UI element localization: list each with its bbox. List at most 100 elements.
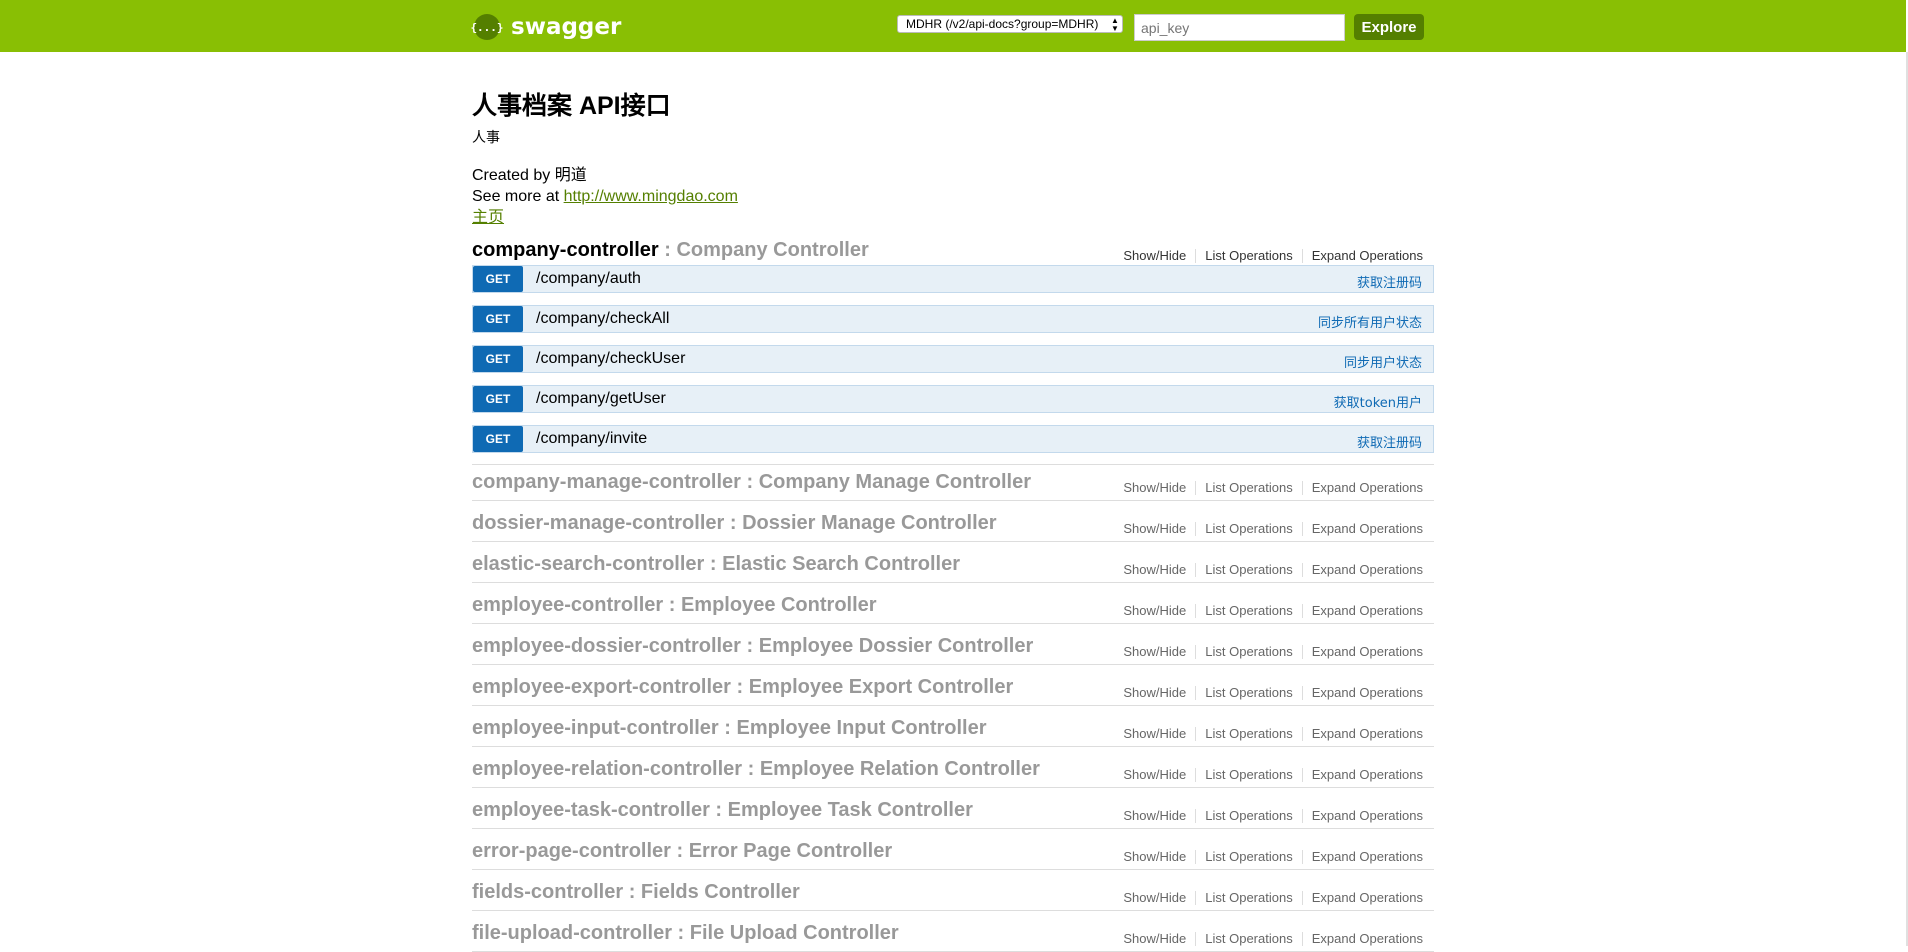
spec-select[interactable]: MDHR (/v2/api-docs?group=MDHR) ▲ ▼ (897, 15, 1123, 33)
resource-options: Show/Hide List Operations Expand Operation… (1123, 727, 1423, 741)
expand-operations-link[interactable]: Expand Operations (1303, 809, 1423, 823)
resource-title[interactable]: error-page-controller : Error Page Contr… (472, 840, 892, 863)
resource-name[interactable]: employee-input-controller (472, 717, 719, 739)
expand-operations-link[interactable]: Expand Operations (1303, 727, 1423, 741)
resource-name[interactable]: employee-export-controller (472, 676, 731, 698)
show-hide-link[interactable]: Show/Hide (1123, 768, 1197, 782)
operation-summary[interactable]: 获取注册码 (1357, 432, 1422, 451)
resource-name[interactable]: company-controller (472, 239, 659, 261)
resource-title[interactable]: file-upload-controller : File Upload Con… (472, 922, 899, 945)
resource-title[interactable]: employee-controller : Employee Controlle… (472, 594, 877, 617)
operation-summary[interactable]: 同步所有用户状态 (1318, 312, 1422, 331)
api-key-input[interactable] (1134, 14, 1345, 41)
expand-operations-link[interactable]: Expand Operations (1303, 645, 1423, 659)
expand-operations-link[interactable]: Expand Operations (1303, 481, 1423, 495)
expand-operations-link[interactable]: Expand Operations (1303, 563, 1423, 577)
resource-name[interactable]: elastic-search-controller (472, 553, 704, 575)
resource-title[interactable]: employee-relation-controller : Employee … (472, 758, 1040, 781)
list-operations-link[interactable]: List Operations (1196, 809, 1303, 823)
http-method-badge[interactable]: GET (473, 386, 523, 412)
operation-row[interactable]: GET/company/invite 获取注册码 (472, 425, 1434, 453)
resource-separator: : (704, 553, 723, 575)
http-method-badge[interactable]: GET (473, 346, 523, 372)
show-hide-link[interactable]: Show/Hide (1123, 891, 1197, 905)
list-operations-link[interactable]: List Operations (1196, 604, 1303, 618)
resource-name[interactable]: error-page-controller (472, 840, 671, 862)
show-hide-link[interactable]: Show/Hide (1123, 563, 1197, 577)
operation-row[interactable]: GET/company/checkAll 同步所有用户状态 (472, 305, 1434, 333)
show-hide-link[interactable]: Show/Hide (1123, 850, 1197, 864)
list-operations-link[interactable]: List Operations (1196, 563, 1303, 577)
see-more-link[interactable]: http://www.mingdao.com (564, 188, 738, 205)
list-operations-link[interactable]: List Operations (1196, 768, 1303, 782)
http-method-badge[interactable]: GET (473, 266, 523, 292)
show-hide-link[interactable]: Show/Hide (1123, 604, 1197, 618)
page-title: 人事档案 API接口 (472, 92, 671, 120)
expand-operations-link[interactable]: Expand Operations (1303, 604, 1423, 618)
operations-list: GET/company/auth 获取注册码 GET/company/checkAl… (472, 265, 1434, 465)
list-operations-link[interactable]: List Operations (1196, 481, 1303, 495)
operation-path[interactable]: /company/getUser (536, 390, 666, 408)
http-method-badge[interactable]: GET (473, 426, 523, 452)
resource-name[interactable]: dossier-manage-controller (472, 512, 724, 534)
operation-summary[interactable]: 获取token用户 (1334, 392, 1422, 411)
resource-name[interactable]: employee-relation-controller (472, 758, 742, 780)
list-operations-link[interactable]: List Operations (1196, 891, 1303, 905)
resource-title[interactable]: employee-task-controller : Employee Task… (472, 799, 973, 822)
operation-path[interactable]: /company/checkUser (536, 350, 685, 368)
resource-name[interactable]: fields-controller (472, 881, 623, 903)
resource-title[interactable]: employee-dossier-controller : Employee D… (472, 635, 1033, 658)
operation-path[interactable]: /company/invite (536, 430, 647, 448)
http-method-badge[interactable]: GET (473, 306, 523, 332)
resource-name[interactable]: employee-controller (472, 594, 663, 616)
list-operations-link[interactable]: List Operations (1196, 850, 1303, 864)
operation-summary[interactable]: 获取注册码 (1357, 272, 1422, 291)
resource-title[interactable]: company-manage-controller : Company Mana… (472, 471, 1031, 494)
show-hide-link[interactable]: Show/Hide (1123, 686, 1197, 700)
operation-row[interactable]: GET/company/auth 获取注册码 (472, 265, 1434, 293)
resource-name[interactable]: employee-dossier-controller (472, 635, 741, 657)
show-hide-link[interactable]: Show/Hide (1123, 481, 1197, 495)
explore-button[interactable]: Explore (1354, 14, 1424, 40)
show-hide-link[interactable]: Show/Hide (1123, 645, 1197, 659)
show-hide-link[interactable]: Show/Hide (1123, 522, 1197, 536)
list-operations-link[interactable]: List Operations (1196, 645, 1303, 659)
show-hide-link[interactable]: Show/Hide (1123, 727, 1197, 741)
resource-dossier-manage-controller: dossier-manage-controller : Dossier Mana… (472, 507, 1434, 542)
operation-path[interactable]: /company/checkAll (536, 310, 669, 328)
expand-operations-link[interactable]: Expand Operations (1303, 891, 1423, 905)
see-more-label: See more at (472, 188, 564, 205)
expand-operations-link[interactable]: Expand Operations (1303, 686, 1423, 700)
list-operations-link[interactable]: List Operations (1196, 522, 1303, 536)
operation-row[interactable]: GET/company/checkUser 同步用户状态 (472, 345, 1434, 373)
resource-options: Show/Hide List Operations Expand Operation… (1123, 850, 1423, 864)
resource-name[interactable]: file-upload-controller (472, 922, 672, 944)
operation-summary[interactable]: 同步用户状态 (1344, 352, 1422, 371)
expand-operations-link[interactable]: Expand Operations (1303, 249, 1423, 263)
resource-title[interactable]: employee-export-controller : Employee Ex… (472, 676, 1013, 699)
expand-operations-link[interactable]: Expand Operations (1303, 768, 1423, 782)
expand-operations-link[interactable]: Expand Operations (1303, 522, 1423, 536)
list-operations-link[interactable]: List Operations (1196, 727, 1303, 741)
show-hide-link[interactable]: Show/Hide (1123, 932, 1197, 946)
show-hide-link[interactable]: Show/Hide (1123, 809, 1197, 823)
resource-title[interactable]: employee-input-controller : Employee Inp… (472, 717, 987, 740)
expand-operations-link[interactable]: Expand Operations (1303, 932, 1423, 946)
resource-title[interactable]: elastic-search-controller : Elastic Sear… (472, 553, 960, 576)
operation-path[interactable]: /company/auth (536, 270, 641, 288)
show-hide-link[interactable]: Show/Hide (1123, 249, 1197, 263)
swagger-logo[interactable]: {...} swagger (470, 13, 621, 41)
resource-title[interactable]: fields-controller : Fields Controller (472, 881, 800, 904)
operation-row[interactable]: GET/company/getUser 获取token用户 (472, 385, 1434, 413)
expand-operations-link[interactable]: Expand Operations (1303, 850, 1423, 864)
list-operations-link[interactable]: List Operations (1196, 686, 1303, 700)
spec-select-value: MDHR (/v2/api-docs?group=MDHR) (906, 17, 1099, 31)
resource-name[interactable]: company-manage-controller (472, 471, 741, 493)
created-by: Created by 明道 (472, 167, 587, 184)
resource-name[interactable]: employee-task-controller (472, 799, 710, 821)
list-operations-link[interactable]: List Operations (1196, 249, 1303, 263)
resource-title[interactable]: company-controller : Company Controller (472, 239, 869, 262)
home-link[interactable]: 主页 (472, 209, 504, 226)
resource-title[interactable]: dossier-manage-controller : Dossier Mana… (472, 512, 997, 535)
list-operations-link[interactable]: List Operations (1196, 932, 1303, 946)
